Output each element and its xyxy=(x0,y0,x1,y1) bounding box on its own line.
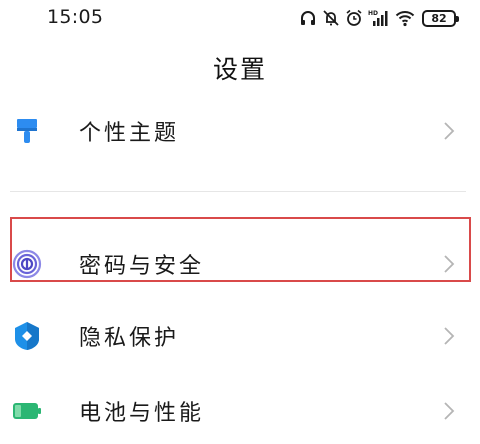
settings-screen: 15:05 HD 82 设置 个性主题 密码与安全 隐私保护 电池与性能 xyxy=(0,0,480,444)
status-icons: HD 82 xyxy=(299,5,459,31)
settings-item-password-security[interactable]: 密码与安全 xyxy=(0,234,480,294)
section-divider xyxy=(10,191,466,192)
privacy-shield-icon xyxy=(10,319,44,353)
hd-signal-icon: HD xyxy=(368,9,390,27)
chevron-right-icon xyxy=(442,400,456,422)
settings-item-privacy[interactable]: 隐私保护 xyxy=(0,306,480,366)
settings-item-label: 隐私保护 xyxy=(79,326,180,351)
mute-icon xyxy=(322,9,340,27)
status-bar: 15:05 HD 82 xyxy=(0,0,480,36)
status-time: 15:05 xyxy=(47,6,104,28)
chevron-right-icon xyxy=(442,325,456,347)
settings-item-theme[interactable]: 个性主题 xyxy=(0,101,480,161)
headphones-icon xyxy=(299,9,317,27)
settings-item-label: 密码与安全 xyxy=(79,254,205,279)
paint-brush-icon xyxy=(10,114,44,148)
chevron-right-icon xyxy=(442,120,456,142)
settings-item-battery-performance[interactable]: 电池与性能 xyxy=(0,381,480,441)
settings-item-label: 电池与性能 xyxy=(79,401,205,426)
battery-icon: 82 xyxy=(422,9,459,27)
fingerprint-icon xyxy=(10,247,44,281)
svg-text:HD: HD xyxy=(368,10,378,17)
page-title: 设置 xyxy=(212,55,267,84)
chevron-right-icon xyxy=(442,253,456,275)
settings-item-label: 个性主题 xyxy=(79,121,180,146)
battery-level: 82 xyxy=(431,11,447,25)
alarm-icon xyxy=(345,9,363,27)
wifi-icon xyxy=(395,9,415,27)
battery-icon xyxy=(10,394,44,428)
